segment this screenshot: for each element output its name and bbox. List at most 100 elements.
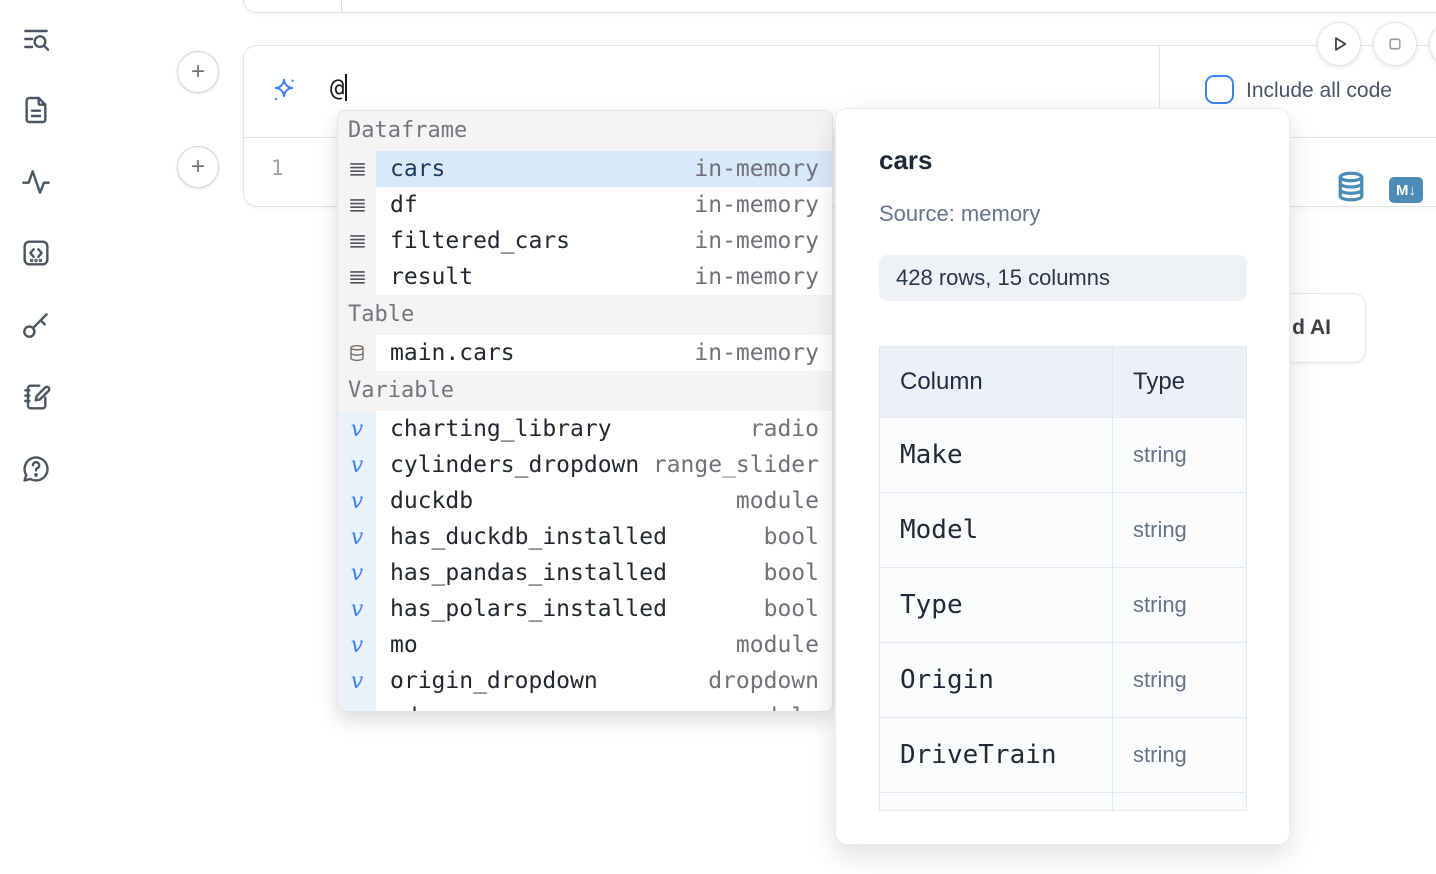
autocomplete-item-cars[interactable]: carsin-memory (338, 151, 832, 187)
preview-source: Source: memory (879, 201, 1040, 227)
item-name: has_duckdb_installed (390, 524, 667, 550)
item-type: radio (750, 416, 819, 442)
ai-prompt-value: @ (330, 74, 344, 102)
autocomplete-item-has-pandas-installed[interactable]: v has_pandas_installedbool (338, 555, 832, 591)
type-header: Type (1113, 347, 1246, 417)
item-name: filtered_cars (390, 228, 570, 254)
add-cell-label: + (191, 58, 205, 86)
item-type: module (736, 632, 819, 658)
markdown-icon[interactable]: M↓ (1389, 177, 1423, 203)
autocomplete-item-cylinders-dropdown[interactable]: v cylinders_dropdown range_slider (338, 447, 832, 483)
column-header: Column (880, 347, 1113, 417)
schema-table-header: Column Type (880, 347, 1246, 417)
add-cell-label: + (191, 153, 205, 181)
item-name: has_polars_installed (390, 596, 667, 622)
item-name: charting_library (390, 416, 612, 442)
item-name: pd (390, 704, 418, 712)
line-number: 1 (271, 156, 284, 180)
variable-icon: v (338, 591, 376, 627)
table-database-icon (338, 335, 376, 371)
item-type: bool (764, 524, 819, 550)
item-type: dropdown (708, 668, 819, 694)
help-chat-icon[interactable] (20, 453, 52, 485)
file-text-icon[interactable] (20, 94, 52, 126)
autocomplete-item-result[interactable]: resultin-memory (338, 259, 832, 295)
variable-icon: v (338, 483, 376, 519)
column-name: Make (880, 418, 1113, 492)
autocomplete-item-main-cars[interactable]: main.cars in-memory (338, 335, 832, 371)
section-header-dataframe: Dataframe (338, 111, 832, 151)
run-cell-button[interactable] (1317, 22, 1361, 66)
autocomplete-item-origin-dropdown[interactable]: v origin_dropdowndropdown (338, 663, 832, 699)
play-icon (1326, 31, 1352, 57)
list-search-icon[interactable] (20, 23, 52, 55)
previous-cell (243, 0, 1436, 13)
item-type: bool (764, 596, 819, 622)
include-all-code-checkbox[interactable] (1205, 75, 1234, 104)
preview-summary: 428 rows, 15 columns (896, 265, 1110, 291)
add-cell-button-bottom[interactable]: + (177, 146, 219, 188)
table-row: DriveTrain string (880, 717, 1246, 792)
database-icon[interactable] (1336, 170, 1366, 205)
previous-cell-divider (341, 1, 342, 13)
item-name: has_pandas_installed (390, 560, 667, 586)
dataframe-icon (338, 223, 376, 259)
dataframe-icon (338, 259, 376, 295)
column-type: string (1113, 418, 1246, 492)
code-snippet-icon[interactable] (20, 237, 52, 269)
section-header-variable: Variable (338, 371, 832, 411)
item-type: in-memory (694, 228, 819, 254)
item-type: range_slider (653, 452, 819, 478)
autocomplete-item-mo[interactable]: v mo module (338, 627, 832, 663)
variable-icon: v (338, 519, 376, 555)
table-row: Model string (880, 492, 1246, 567)
column-name: Origin (880, 643, 1113, 717)
column-name: DriveTrain (880, 718, 1113, 792)
autocomplete-item-df[interactable]: df in-memory (338, 187, 832, 223)
variable-icon: v (338, 627, 376, 663)
preview-title: cars (879, 145, 933, 176)
variable-icon: v (338, 663, 376, 699)
item-name: cars (390, 156, 445, 182)
ai-sparkle-icon (270, 76, 298, 104)
preview-summary-badge: 428 rows, 15 columns (879, 255, 1247, 301)
key-icon[interactable] (20, 309, 52, 341)
notebook-edit-icon[interactable] (20, 381, 52, 413)
variable-icon: v (338, 699, 376, 712)
table-row: Origin string (880, 642, 1246, 717)
include-all-code-label: Include all code (1246, 79, 1392, 103)
item-name: cylinders_dropdown (390, 452, 639, 478)
schema-table: Column Type Make string Model string Typ… (879, 346, 1247, 811)
autocomplete-item-has-polars-installed[interactable]: v has_polars_installed bool (338, 591, 832, 627)
column-name: Model (880, 493, 1113, 567)
autocomplete-item-charting-library[interactable]: v charting_library radio (338, 411, 832, 447)
stop-icon (1382, 31, 1408, 57)
item-type: in-memory (694, 340, 819, 366)
table-row: Type string (880, 567, 1246, 642)
column-name: Type (880, 568, 1113, 642)
markdown-badge-label: M↓ (1396, 182, 1416, 199)
add-cell-button-top[interactable]: + (177, 51, 219, 93)
autocomplete-item-has-duckdb-installed[interactable]: v has_duckdb_installed bool (338, 519, 832, 555)
dataframe-icon (338, 151, 376, 187)
text-cursor (345, 74, 347, 101)
item-type: module (736, 488, 819, 514)
item-type: module (736, 704, 819, 712)
variable-icon: v (338, 411, 376, 447)
activity-icon[interactable] (20, 166, 52, 198)
stop-cell-button[interactable] (1373, 22, 1417, 66)
ai-prompt-input[interactable]: @ (330, 74, 347, 102)
marimo-notebook-screen: + + @ Include all code 1 M↓ (0, 0, 1436, 874)
item-name: result (390, 264, 473, 290)
item-type: in-memory (694, 192, 819, 218)
item-type: bool (764, 560, 819, 586)
item-name: main.cars (390, 340, 515, 366)
item-name: duckdb (390, 488, 473, 514)
item-name: mo (390, 632, 418, 658)
autocomplete-item-pd[interactable]: v pd module (338, 699, 832, 712)
autocomplete-item-filtered-cars[interactable]: filtered_cars in-memory (338, 223, 832, 259)
autocomplete-item-duckdb[interactable]: v duckdb module (338, 483, 832, 519)
table-row: Make string (880, 417, 1246, 492)
variable-icon: v (338, 447, 376, 483)
item-name: df (390, 192, 418, 218)
